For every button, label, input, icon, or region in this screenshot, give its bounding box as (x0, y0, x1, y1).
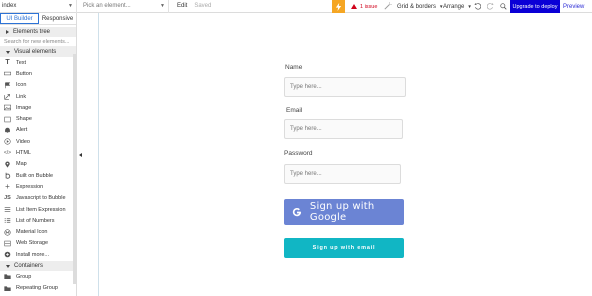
visual-elements-header[interactable]: Visual elements (0, 47, 76, 57)
grid-borders-menu[interactable]: Grid & borders ▼ (397, 0, 443, 13)
element-install-more[interactable]: Install more... (0, 249, 76, 260)
element-javascript-to-bubble[interactable]: JS Javascript to Bubble (0, 193, 76, 204)
plus-icon: + (5, 182, 10, 192)
chevron-down-icon: ▼ (467, 4, 472, 9)
numbers-icon (3, 217, 12, 224)
element-text[interactable]: T Text (0, 57, 76, 68)
email-input[interactable]: Type here... (284, 119, 403, 139)
element-material-icon[interactable]: Material Icon (0, 226, 76, 237)
element-html[interactable]: </> HTML (0, 147, 76, 158)
element-repeating-group[interactable]: Repeating Group (0, 283, 76, 294)
element-list-item-expression[interactable]: List Item Expression (0, 204, 76, 215)
repeating-group-icon (3, 285, 12, 292)
bell-icon (3, 127, 12, 134)
arrange-label: Arrange (443, 3, 465, 10)
list-icon (3, 206, 12, 213)
issues-count: 1 issue (360, 3, 378, 10)
chevron-down-icon: ▼ (160, 3, 165, 9)
link-icon (3, 93, 12, 100)
grid-borders-label: Grid & borders (397, 3, 437, 10)
js-icon: JS (4, 195, 11, 202)
google-icon (292, 207, 302, 216)
upgrade-button[interactable]: Upgrade to deploy (510, 0, 560, 13)
shape-icon (3, 116, 12, 123)
sidebar-tabs: UI Builder Responsive (0, 13, 76, 25)
elements-tree-toggle[interactable]: Elements tree (0, 27, 76, 37)
chevron-down-icon (6, 264, 10, 268)
map-pin-icon (3, 161, 12, 168)
canvas-ruler (98, 13, 99, 296)
visual-elements-label: Visual elements (14, 49, 57, 55)
material-icon (3, 229, 12, 236)
undo-icon[interactable] (474, 3, 481, 10)
chevron-down-icon: ▼ (68, 3, 73, 9)
element-expression[interactable]: + Expression (0, 181, 76, 192)
element-video[interactable]: Video (0, 136, 76, 147)
search-icon[interactable] (500, 3, 507, 10)
element-alert[interactable]: Alert (0, 125, 76, 136)
bolt-icon[interactable] (332, 0, 345, 13)
containers-header[interactable]: Containers (0, 261, 76, 272)
element-shape[interactable]: Shape (0, 113, 76, 124)
email-signup-button[interactable]: Sign up with email (284, 238, 404, 258)
redo-icon[interactable] (487, 3, 494, 10)
containers-list: Group Repeating Group (0, 271, 76, 294)
warning-icon (351, 4, 357, 9)
plus-circle-icon (3, 251, 12, 258)
text-icon: T (5, 59, 10, 67)
chevron-down-icon (6, 50, 10, 54)
element-picker-value: Pick an element... (83, 3, 131, 9)
element-image[interactable]: Image (0, 102, 76, 113)
password-input[interactable]: Type here... (284, 164, 401, 184)
element-group[interactable]: Group (0, 271, 76, 282)
google-signup-button[interactable]: Sign up with Google (284, 199, 404, 225)
name-input[interactable]: Type here... (284, 77, 406, 97)
element-picker[interactable]: Pick an element... ▼ (77, 0, 169, 13)
element-list-of-numbers[interactable]: List of Numbers (0, 215, 76, 226)
element-web-storage[interactable]: Web Storage (0, 238, 76, 249)
video-icon (3, 138, 12, 145)
email-label: Email (286, 107, 303, 114)
group-icon (3, 273, 12, 280)
page-selector-value: index (2, 3, 17, 9)
google-signup-label: Sign up with Google (309, 201, 375, 223)
element-link[interactable]: Link (0, 91, 76, 102)
tab-responsive[interactable]: Responsive (39, 13, 76, 24)
element-map[interactable]: Map (0, 159, 76, 170)
button-icon (3, 70, 12, 77)
sidebar: UI Builder Responsive Elements tree Sear… (0, 13, 77, 296)
sidebar-scrollbar[interactable] (73, 54, 76, 284)
password-label: Password (284, 150, 313, 157)
containers-label: Containers (14, 263, 44, 270)
visual-elements-list: T Text Button Icon Link Image Shape Alert… (0, 57, 76, 260)
page-selector[interactable]: index ▼ (0, 0, 77, 13)
bubble-icon (3, 172, 12, 179)
code-icon: </> (3, 150, 12, 157)
arrange-menu[interactable]: Arrange ▼ (443, 0, 472, 13)
storage-icon (3, 240, 12, 247)
edit-menu[interactable]: Edit (177, 3, 187, 9)
chevron-right-icon (6, 30, 9, 34)
element-button[interactable]: Button (0, 68, 76, 79)
element-search-input[interactable]: Search for new elements... (0, 37, 76, 47)
flag-icon (3, 82, 12, 89)
name-label: Name (285, 64, 303, 71)
image-icon (3, 104, 12, 111)
magic-wand-icon[interactable] (384, 2, 392, 10)
elements-tree-label: Elements tree (13, 29, 51, 35)
issues-indicator[interactable]: 1 issue (351, 0, 377, 13)
tab-ui-builder[interactable]: UI Builder (0, 13, 39, 24)
element-built-on-bubble[interactable]: Built on Bubble (0, 170, 76, 181)
save-status: Saved (194, 3, 212, 9)
element-icon[interactable]: Icon (0, 80, 76, 91)
collapse-sidebar-icon[interactable] (79, 153, 82, 157)
preview-link[interactable]: Preview (563, 0, 584, 13)
